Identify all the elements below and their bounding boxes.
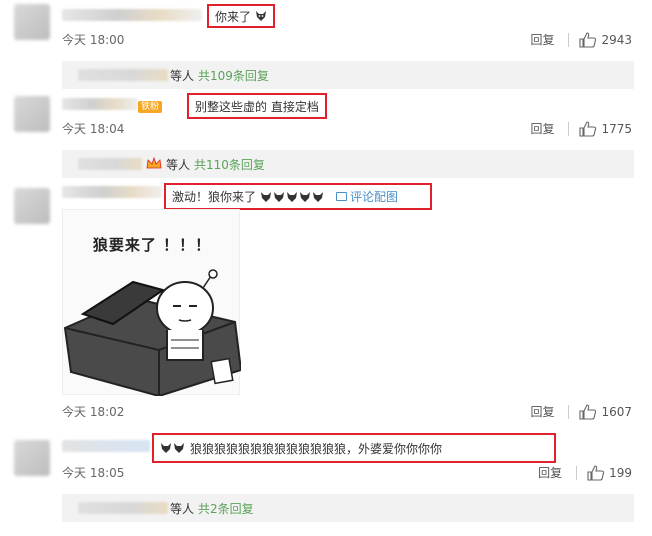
- like-icon[interactable]: [579, 403, 597, 420]
- divider: [568, 121, 570, 136]
- reply-users: [78, 69, 168, 81]
- sub-replies-bar[interactable]: 等人 共110条回复: [62, 150, 634, 178]
- sub-replies-label: 等人: [166, 157, 191, 172]
- like-icon[interactable]: [587, 464, 605, 481]
- reply-button[interactable]: 回复: [538, 464, 562, 481]
- wolf-emoji-icon: [256, 11, 267, 21]
- username[interactable]: [62, 9, 202, 21]
- comment-time: 今天 18:05: [62, 466, 125, 480]
- sub-replies-count[interactable]: 共2条回复: [198, 500, 254, 517]
- sub-replies-bar[interactable]: 等人 共2条回复: [62, 494, 634, 522]
- comment-image[interactable]: 狼要来了 ！！！: [62, 209, 241, 396]
- reply-users: [78, 502, 168, 514]
- comment-time: 今天 18:04: [62, 122, 125, 136]
- reply-button[interactable]: 回复: [530, 120, 554, 137]
- avatar[interactable]: [14, 96, 50, 132]
- like-icon[interactable]: [579, 120, 597, 137]
- comment-text: 别整这些虚的 直接定档: [187, 93, 327, 119]
- sub-replies-count[interactable]: 共109条回复: [198, 67, 269, 84]
- sub-replies-label: 等人: [170, 68, 195, 83]
- comment-time: 今天 18:00: [62, 33, 125, 47]
- username[interactable]: [62, 98, 138, 110]
- divider: [576, 465, 578, 480]
- username[interactable]: [62, 186, 162, 198]
- wolf-emoji-icon: [261, 191, 324, 202]
- fan-badge: 铁粉: [138, 98, 163, 113]
- comment-image-link[interactable]: 评论配图: [336, 188, 398, 205]
- avatar[interactable]: [14, 440, 50, 476]
- reply-button[interactable]: 回复: [530, 403, 554, 420]
- sub-replies-count[interactable]: 共110条回复: [194, 156, 265, 173]
- like-count: 2943: [601, 32, 632, 47]
- comment-text: 激动！狼你来了 评论配图: [164, 183, 432, 210]
- wolf-emoji-icon: [161, 443, 184, 453]
- sub-replies-bar[interactable]: 等人 共109条回复: [62, 61, 634, 89]
- comment-text: 狼狼狼狼狼狼狼狼狼狼狼狼狼，外婆爱你你你你: [152, 433, 556, 463]
- meme-illustration: [63, 269, 241, 396]
- username[interactable]: [62, 440, 150, 452]
- reply-button[interactable]: 回复: [530, 31, 554, 48]
- sub-replies-label: 等人: [170, 501, 195, 516]
- crown-icon: [146, 157, 162, 169]
- like-count: 1607: [601, 404, 632, 419]
- avatar[interactable]: [14, 188, 50, 224]
- comment-time: 今天 18:02: [62, 405, 125, 419]
- avatar[interactable]: [14, 4, 50, 40]
- comment-text: 你来了: [207, 4, 276, 28]
- reply-users: [78, 158, 142, 170]
- image-icon: [336, 192, 348, 201]
- divider: [568, 404, 570, 419]
- like-icon[interactable]: [579, 31, 597, 48]
- like-count: 1775: [601, 121, 632, 136]
- like-count: 199: [609, 465, 632, 480]
- divider: [568, 32, 570, 47]
